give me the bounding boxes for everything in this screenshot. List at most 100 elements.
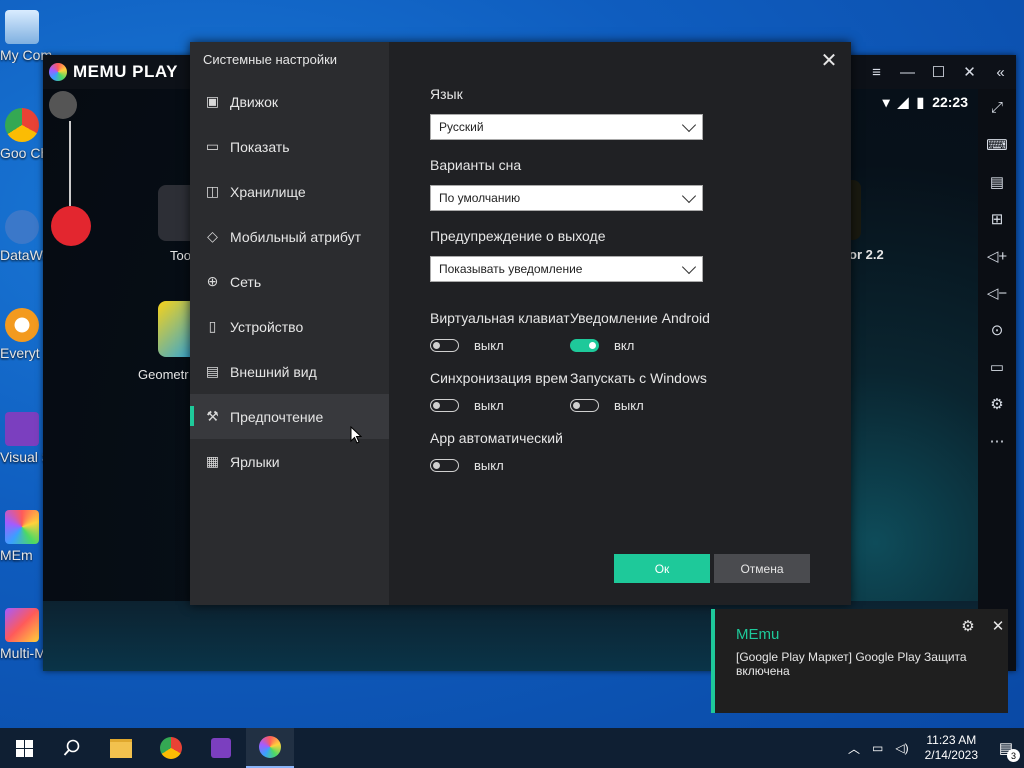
start-with-windows-toggle-wrap: выкл [570,398,644,413]
start-with-windows-label: Запускать с Windows [570,370,707,386]
chip-icon: ▣ [205,93,220,109]
desktop-icon-everything[interactable]: Everyt [0,308,44,361]
nav-shortcuts[interactable]: ▦ Ярлыки [190,439,389,484]
virtual-keyboard-toggle-wrap: выкл [430,338,504,353]
nav-device[interactable]: ▯ Устройство [190,304,389,349]
toast-body: [Google Play Маркет] Google Play Защита … [736,650,967,678]
search-icon [63,739,80,756]
app-auto-state: выкл [474,458,504,473]
settings-dialog: Системные настройки ▣ Движок ▭ Показать … [190,42,851,605]
network-icon[interactable]: ▭ [872,741,883,755]
chrome-icon [160,737,182,759]
gamepad-icon[interactable] [51,206,91,246]
wifi-icon: ▾ [882,93,890,110]
dialog-title: Системные настройки [203,52,338,67]
start-button[interactable] [0,728,48,768]
action-center-button[interactable]: ▤ 3 [988,728,1024,768]
desktop-icon-visual-studio[interactable]: Visual S 201 [0,412,78,465]
notification-count-badge: 3 [1007,749,1020,762]
time-sync-label: Синхронизация врем [430,370,568,386]
apk-icon[interactable]: ▤ [978,163,1016,200]
android-status-bar: ▾ ◢ ▮ 22:23 [883,89,978,115]
desktop-icon-multi-memu[interactable]: Multi-M [0,608,46,661]
menu-icon[interactable]: ≡ [861,55,892,89]
nav-display[interactable]: ▭ Показать [190,124,389,169]
folder-icon[interactable]: ▭ [978,348,1016,385]
desktop-icon-chrome[interactable]: Goo Chro [0,108,61,161]
nav-label: Мобильный атрибут [230,228,362,245]
exit-warning-label: Предупреждение о выходе [430,228,606,244]
nav-label: Ярлыки [230,453,280,470]
minimize-icon[interactable]: — [892,55,923,89]
nav-storage[interactable]: ◫ Хранилище [190,169,389,214]
app-tools-label: Too [170,248,191,263]
maximize-icon[interactable]: ☐ [923,55,954,89]
computer-icon [5,10,39,44]
time-sync-toggle[interactable] [430,399,459,412]
android-notification-state: вкл [614,338,635,353]
android-notification-toggle[interactable] [570,339,599,352]
nav-label: Движок [230,93,279,110]
volume-up-icon[interactable]: ◁+ [978,237,1016,274]
chevron-up-icon[interactable]: ︿ [848,740,860,757]
start-with-windows-toggle[interactable] [570,399,599,412]
language-label: Язык [430,86,463,102]
exit-warning-select[interactable]: Показывать уведомление [430,256,703,282]
add-window-icon[interactable]: ⊞ [978,200,1016,237]
search-button[interactable] [48,728,96,768]
app-auto-toggle[interactable] [430,459,459,472]
nav-label: Устройство [230,318,304,335]
memu-logo: MEMU PLAY [49,62,178,82]
settings-content: Язык Русский Варианты сна По умолчанию П… [430,42,830,605]
taskbar-chrome[interactable] [147,728,195,768]
toast-close-icon[interactable]: ✕ [989,617,1007,635]
taskbar-explorer[interactable] [97,728,145,768]
settings-nav: ▣ Движок ▭ Показать ◫ Хранилище ◇ Мобиль… [190,79,389,484]
chevron-down-icon [681,259,697,275]
collapse-sidebar-icon[interactable]: « [985,55,1016,89]
virtual-keyboard-state: выкл [474,338,504,353]
app-geometry-label: Geometr [138,367,189,382]
virtual-keyboard-toggle[interactable] [430,339,459,352]
system-tray: ︿ ▭ ◁) 11:23 AM 2/14/2023 ▤ 3 [842,728,1024,768]
language-select[interactable]: Русский [430,114,703,140]
notification-toast[interactable]: MEmu [Google Play Маркет] Google Play За… [711,609,1008,713]
nav-mobile-attribute[interactable]: ◇ Мобильный атрибут [190,214,389,259]
desktop-icon-datawarrior[interactable]: DataWa [0,210,50,263]
sleep-label: Варианты сна [430,157,522,173]
cancel-button[interactable]: Отмена [714,554,810,583]
memu-icon [259,736,281,758]
mouse-cursor-icon [350,426,362,444]
desktop-icon-memu[interactable]: MEm [0,510,44,563]
folder-explorer-icon [110,738,132,758]
window-controls: ≡ — ☐ ✕ « [861,55,1016,89]
toast-settings-icon[interactable]: ⚙ [959,617,977,635]
time-sync-toggle-wrap: выкл [430,398,504,413]
taskbar-memu[interactable] [246,728,294,768]
volume-icon[interactable]: ◁) [895,741,908,755]
close-window-icon[interactable]: ✕ [954,55,985,89]
app-auto-toggle-wrap: выкл [430,458,504,473]
android-notification-toggle-wrap: вкл [570,338,634,353]
taskbar: ︿ ▭ ◁) 11:23 AM 2/14/2023 ▤ 3 [0,728,1024,768]
memu-title: MEMU PLAY [73,62,178,81]
volume-down-icon[interactable]: ◁− [978,274,1016,311]
nav-engine[interactable]: ▣ Движок [190,79,389,124]
datawarrior-icon [5,210,39,244]
storage-icon: ◫ [205,183,220,199]
desktop-icon-my-computer[interactable]: My Com [0,10,52,63]
location-icon[interactable]: ⊙ [978,311,1016,348]
settings-nav-panel: Системные настройки ▣ Движок ▭ Показать … [190,42,389,605]
sleep-select[interactable]: По умолчанию [430,185,703,211]
nav-appearance[interactable]: ▤ Внешний вид [190,349,389,394]
nav-network[interactable]: ⊕ Сеть [190,259,389,304]
taskbar-visual-studio[interactable] [197,728,245,768]
settings-icon[interactable]: ⚙ [978,385,1016,422]
keymap-icon[interactable] [49,91,77,119]
fullscreen-icon[interactable]: ⤢ [978,89,1016,126]
clock[interactable]: 11:23 AM 2/14/2023 [925,733,978,763]
nav-label: Внешний вид [230,363,317,380]
ok-button[interactable]: Ок [614,554,710,583]
keyboard-icon[interactable]: ⌨ [978,126,1016,163]
more-icon[interactable]: ⋯ [978,422,1016,459]
